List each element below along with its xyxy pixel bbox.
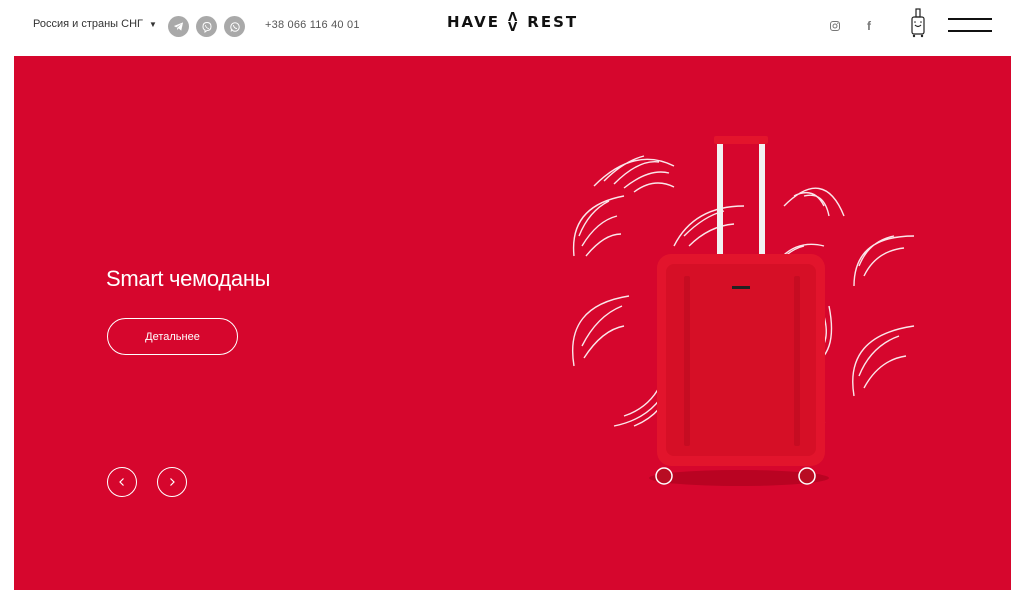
instagram-icon[interactable] — [828, 19, 842, 33]
details-button[interactable]: Детальнее — [107, 318, 238, 355]
slider-next-button[interactable] — [157, 467, 187, 497]
suitcase-handle-rod — [717, 144, 723, 254]
site-header: Россия и страны СНГ ▼ +38 066 116 40 01 … — [0, 0, 1024, 56]
suitcase-handle-top — [714, 136, 768, 144]
suitcase-product-image — [572, 136, 915, 486]
logo-mark-bottom: V — [508, 20, 520, 34]
suitcase-lock — [732, 286, 750, 289]
suitcase-cart-icon[interactable] — [909, 8, 927, 38]
hero-title: Smart чемоданы — [106, 266, 271, 291]
messenger-links — [168, 16, 245, 37]
logo-mark: Λ V — [508, 11, 520, 34]
menu-burger-button[interactable] — [948, 18, 992, 32]
logo-word-right: REST — [527, 13, 579, 31]
region-label: Россия и страны СНГ — [33, 18, 143, 30]
slider-prev-button[interactable] — [107, 467, 137, 497]
suitcase-wheel — [655, 467, 673, 485]
logo-word-left: HAVE — [447, 13, 500, 31]
hero-slider: Smart чемоданы Детальнее — [14, 56, 1011, 590]
chevron-right-icon — [170, 478, 175, 486]
phone-link[interactable]: +38 066 116 40 01 — [265, 19, 360, 31]
burger-line — [948, 18, 992, 20]
chevron-left-icon — [119, 478, 124, 486]
burger-line — [948, 30, 992, 32]
facebook-icon[interactable]: f — [862, 19, 876, 33]
whatsapp-icon[interactable] — [224, 16, 245, 37]
suitcase-handle-rod — [759, 144, 765, 254]
telegram-icon[interactable] — [168, 16, 189, 37]
region-selector[interactable]: Россия и страны СНГ ▼ — [33, 18, 157, 30]
viber-icon[interactable] — [196, 16, 217, 37]
site-logo[interactable]: HAVE Λ V REST — [447, 11, 579, 34]
suitcase-wheel — [798, 467, 816, 485]
caret-down-icon: ▼ — [148, 19, 157, 29]
